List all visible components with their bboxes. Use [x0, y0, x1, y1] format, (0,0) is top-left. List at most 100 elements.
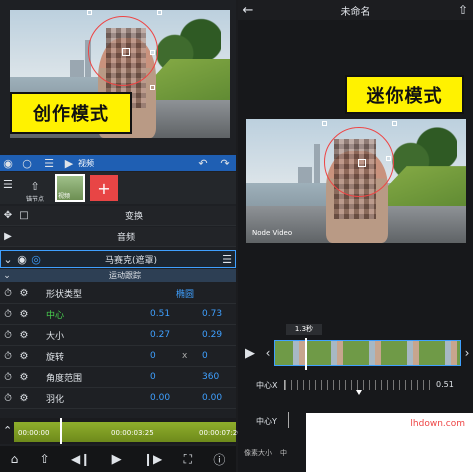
export-icon[interactable]: ⇧: [453, 3, 473, 17]
clip-label: 视频: [58, 193, 71, 200]
settings-icon[interactable]: ⚙: [16, 351, 32, 362]
clip-strip-row: ▶ ‹ ›: [238, 338, 473, 370]
settings-icon[interactable]: ⚙: [16, 393, 32, 404]
settings-icon[interactable]: ⚙: [16, 372, 32, 383]
bottom-toolbar: ⌂ ⇧ ◀❙ ▶ ❙▶ ⛶ ⓘ: [0, 446, 236, 472]
fullscreen-icon[interactable]: ⛶: [184, 452, 192, 467]
chevron-up-icon[interactable]: ⌃: [3, 424, 12, 437]
center-x-slider[interactable]: [284, 380, 430, 395]
right-video-preview[interactable]: Node Video: [246, 119, 466, 243]
play-icon[interactable]: ▶: [112, 452, 122, 467]
audio-row[interactable]: ▶ 音频: [0, 227, 236, 247]
param-value-2[interactable]: 0: [202, 351, 208, 361]
settings-icon[interactable]: ⚙: [16, 330, 32, 341]
audio-label: 音频: [116, 233, 135, 243]
param-value-1[interactable]: 0.27: [150, 330, 170, 340]
param-value-1[interactable]: 0: [150, 372, 156, 382]
project-title: 未命名: [340, 6, 371, 18]
param-value-2[interactable]: 360: [202, 372, 219, 382]
move-icon: ✥: [3, 210, 13, 221]
param-row[interactable]: ⏱ ⚙ 大小 0.27 0.29: [0, 325, 236, 346]
anchor-node-button[interactable]: ⇧ 锚节点: [18, 175, 52, 203]
site-watermark-box: lhdown.com: [306, 413, 473, 472]
effect-title: 马赛克(遮罩): [104, 255, 158, 266]
param-name: 中心: [46, 310, 65, 321]
undo-icon[interactable]: ↶: [192, 157, 214, 170]
tab-pixel-size[interactable]: 像素大小: [244, 448, 272, 460]
eye-icon[interactable]: ◉: [15, 253, 29, 266]
keyframe-icon[interactable]: ⏱: [0, 351, 16, 362]
motion-tracking-section[interactable]: ⌄ 运动跟踪: [0, 269, 236, 282]
upload-icon: ⇧: [30, 180, 40, 193]
add-layer-button[interactable]: +: [90, 175, 118, 201]
keyframe-icon[interactable]: ⏱: [0, 288, 16, 299]
time-mid: 00:00:03:25: [111, 429, 154, 437]
chevron-left-icon[interactable]: ‹: [262, 346, 274, 360]
keyframe-icon[interactable]: ⏱: [0, 309, 16, 320]
param-mid: x: [182, 351, 188, 361]
keyframe-icon[interactable]: ⏱: [0, 393, 16, 404]
param-value-2[interactable]: 0.29: [202, 330, 222, 340]
creation-mode-label: 创作模式: [10, 92, 132, 134]
settings-icon[interactable]: ⚙: [16, 288, 32, 299]
timeline[interactable]: ⌃ 00:00:00 00:00:03:25 00:00:07:20: [0, 418, 242, 444]
menu-icon[interactable]: ☰: [219, 253, 235, 266]
creation-mode-panel: 创作模式 ◉ ○ ☰ ▶ 视频 ↶ ↷ ☰ ⇧ 锚节点 视频 + ✥ □ 变换 …: [0, 0, 242, 472]
param-row[interactable]: ⏱ ⚙ 羽化 0.00 0.00: [0, 388, 236, 409]
next-frame-icon[interactable]: ❙▶: [143, 452, 162, 466]
time-end: 00:00:07:20: [199, 429, 242, 437]
redo-icon[interactable]: ↷: [214, 157, 236, 170]
center-y-label: 中心Y: [256, 417, 277, 426]
settings-icon[interactable]: ⚙: [16, 309, 32, 320]
mask-icon[interactable]: ◎: [29, 253, 43, 266]
layers-icon[interactable]: ☰: [3, 178, 13, 191]
anchor-node-label: 锚节点: [25, 196, 44, 203]
chevron-right-icon[interactable]: ›: [461, 346, 473, 360]
back-arrow-icon[interactable]: ←: [238, 3, 258, 18]
param-name: 角度范围: [46, 373, 83, 384]
param-value-1[interactable]: 0: [150, 351, 156, 361]
layer-bar: ◉ ○ ☰ ▶ 视频 ↶ ↷: [0, 155, 236, 171]
bottom-tabs: 像素大小 中: [238, 448, 298, 460]
circle-icon[interactable]: ○: [16, 157, 38, 170]
param-name: 大小: [46, 331, 65, 342]
param-row[interactable]: ⏱ ⚙ 中心 0.51 0.73: [0, 304, 236, 325]
param-name: 旋转: [46, 352, 65, 363]
crop-icon: □: [19, 210, 29, 221]
transform-row[interactable]: ✥ □ 变换: [0, 206, 236, 226]
effect-header[interactable]: ⌄ ◉ ◎ 马赛克(遮罩) ☰: [0, 250, 236, 268]
play-icon[interactable]: ▶: [238, 346, 262, 361]
eye-icon[interactable]: ◉: [0, 157, 16, 170]
param-value-1[interactable]: 0.00: [150, 393, 170, 403]
site-watermark: lhdown.com: [410, 419, 465, 429]
video-clip-thumb[interactable]: 视频: [55, 174, 85, 202]
menu-icon[interactable]: ☰: [38, 157, 60, 170]
motion-tracking-label: 运动跟踪: [109, 271, 141, 280]
speaker-icon: ▶: [4, 231, 12, 242]
home-icon[interactable]: ⌂: [11, 452, 19, 466]
collapse-icon[interactable]: ⌄: [1, 253, 15, 266]
param-value-1[interactable]: 0.51: [150, 309, 170, 319]
mini-mode-label: 迷你模式: [345, 75, 464, 114]
param-row[interactable]: ⏱ ⚙ 角度范围 0 360: [0, 367, 236, 388]
help-icon[interactable]: ⓘ: [213, 451, 225, 468]
center-x-thumb[interactable]: [355, 390, 362, 395]
param-value-2[interactable]: 0.73: [202, 309, 222, 319]
top-bar: ← 未命名 ⇧: [238, 0, 473, 20]
mini-mode-panel: ← 未命名 ⇧ 迷你模式 Node Video 1.3秒 ▶ ‹ › 中心X 0…: [238, 0, 473, 472]
clip-filmstrip[interactable]: [274, 338, 461, 370]
param-value-2[interactable]: 椭圆: [176, 287, 194, 300]
param-row[interactable]: ⏱ ⚙ 形状类型 椭圆: [0, 283, 236, 304]
playhead[interactable]: [60, 418, 62, 444]
duration-badge: 1.3秒: [286, 324, 322, 335]
keyframe-icon[interactable]: ⏱: [0, 330, 16, 341]
export-icon[interactable]: ⇧: [40, 452, 50, 466]
param-value-2[interactable]: 0.00: [202, 393, 222, 403]
tab-center[interactable]: 中: [280, 448, 287, 460]
layer-bar-label: 视频: [78, 158, 94, 168]
playhead[interactable]: [305, 338, 307, 370]
keyframe-icon[interactable]: ⏱: [0, 372, 16, 383]
node-video-watermark: Node Video: [252, 229, 293, 237]
previous-frame-icon[interactable]: ◀❙: [71, 452, 90, 466]
param-row[interactable]: ⏱ ⚙ 旋转 0 x 0: [0, 346, 236, 367]
